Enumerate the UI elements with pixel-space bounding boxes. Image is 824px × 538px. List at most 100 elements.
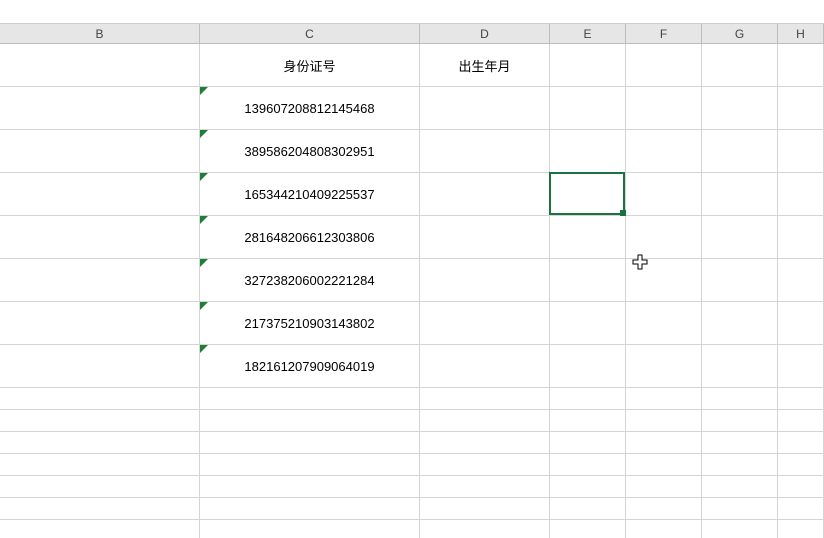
cell-G-14[interactable]: [702, 520, 778, 538]
cell-H-5[interactable]: [778, 259, 824, 302]
cell-B-8[interactable]: [0, 388, 200, 410]
cell-F-9[interactable]: [626, 410, 702, 432]
cell-E-11[interactable]: [550, 454, 626, 476]
cell-D-1[interactable]: [420, 87, 550, 130]
id-cell[interactable]: 139607208812145468: [200, 87, 420, 130]
cell-G-7[interactable]: [702, 345, 778, 388]
cell-H-4[interactable]: [778, 216, 824, 259]
cell-F-7[interactable]: [626, 345, 702, 388]
cell-H-3[interactable]: [778, 173, 824, 216]
id-cell[interactable]: 182161207909064019: [200, 345, 420, 388]
cell-G-1[interactable]: [702, 87, 778, 130]
cell-C-9[interactable]: [200, 410, 420, 432]
cell-H-13[interactable]: [778, 498, 824, 520]
cell-F-4[interactable]: [626, 216, 702, 259]
cell-F-6[interactable]: [626, 302, 702, 345]
cell-F-5[interactable]: [626, 259, 702, 302]
cell-D-5[interactable]: [420, 259, 550, 302]
cell-D-13[interactable]: [420, 498, 550, 520]
cell-D-6[interactable]: [420, 302, 550, 345]
cell-C-10[interactable]: [200, 432, 420, 454]
cell-G-13[interactable]: [702, 498, 778, 520]
cell-B-5[interactable]: [0, 259, 200, 302]
cell-E-8[interactable]: [550, 388, 626, 410]
cell-H-12[interactable]: [778, 476, 824, 498]
grid[interactable]: 身份证号出生年月13960720881214546838958620480830…: [0, 44, 824, 538]
cell-H-0[interactable]: [778, 44, 824, 87]
cell-H-9[interactable]: [778, 410, 824, 432]
cell-E-5[interactable]: [550, 259, 626, 302]
cell-B-12[interactable]: [0, 476, 200, 498]
cell-G-3[interactable]: [702, 173, 778, 216]
cell-D-2[interactable]: [420, 130, 550, 173]
cell-B-4[interactable]: [0, 216, 200, 259]
id-cell[interactable]: 165344210409225537: [200, 173, 420, 216]
cell-D-8[interactable]: [420, 388, 550, 410]
cell-G-5[interactable]: [702, 259, 778, 302]
cell-H-10[interactable]: [778, 432, 824, 454]
cell-D-3[interactable]: [420, 173, 550, 216]
column-header-E[interactable]: E: [550, 24, 626, 43]
cell-G-9[interactable]: [702, 410, 778, 432]
cell-E-1[interactable]: [550, 87, 626, 130]
id-cell[interactable]: 389586204808302951: [200, 130, 420, 173]
id-cell[interactable]: 281648206612303806: [200, 216, 420, 259]
cell-B-2[interactable]: [0, 130, 200, 173]
cell-F-3[interactable]: [626, 173, 702, 216]
cell-C-12[interactable]: [200, 476, 420, 498]
cell-E-4[interactable]: [550, 216, 626, 259]
cell-D-11[interactable]: [420, 454, 550, 476]
cell-H-1[interactable]: [778, 87, 824, 130]
cell-C-11[interactable]: [200, 454, 420, 476]
cell-B-13[interactable]: [0, 498, 200, 520]
cell-H-14[interactable]: [778, 520, 824, 538]
cell-E-14[interactable]: [550, 520, 626, 538]
cell-G-4[interactable]: [702, 216, 778, 259]
cell-F-11[interactable]: [626, 454, 702, 476]
cell-C-14[interactable]: [200, 520, 420, 538]
cell-B-11[interactable]: [0, 454, 200, 476]
cell-G-6[interactable]: [702, 302, 778, 345]
header-cell-D[interactable]: 出生年月: [420, 44, 550, 87]
cell-E-12[interactable]: [550, 476, 626, 498]
cell-E-13[interactable]: [550, 498, 626, 520]
cell-B-7[interactable]: [0, 345, 200, 388]
column-header-G[interactable]: G: [702, 24, 778, 43]
cell-D-7[interactable]: [420, 345, 550, 388]
cell-H-6[interactable]: [778, 302, 824, 345]
cell-E-9[interactable]: [550, 410, 626, 432]
cell-E-0[interactable]: [550, 44, 626, 87]
cell-F-12[interactable]: [626, 476, 702, 498]
cell-D-14[interactable]: [420, 520, 550, 538]
cell-B-9[interactable]: [0, 410, 200, 432]
cell-E-7[interactable]: [550, 345, 626, 388]
cell-C-13[interactable]: [200, 498, 420, 520]
cell-C-8[interactable]: [200, 388, 420, 410]
cell-E-3[interactable]: [550, 173, 626, 216]
cell-F-0[interactable]: [626, 44, 702, 87]
cell-G-8[interactable]: [702, 388, 778, 410]
cell-E-6[interactable]: [550, 302, 626, 345]
cell-G-11[interactable]: [702, 454, 778, 476]
cell-F-2[interactable]: [626, 130, 702, 173]
cell-G-2[interactable]: [702, 130, 778, 173]
cell-B-3[interactable]: [0, 173, 200, 216]
cell-B-0[interactable]: [0, 44, 200, 87]
cell-B-10[interactable]: [0, 432, 200, 454]
id-cell[interactable]: 217375210903143802: [200, 302, 420, 345]
cell-F-8[interactable]: [626, 388, 702, 410]
cell-F-1[interactable]: [626, 87, 702, 130]
cell-D-9[interactable]: [420, 410, 550, 432]
column-header-F[interactable]: F: [626, 24, 702, 43]
cell-H-8[interactable]: [778, 388, 824, 410]
column-header-H[interactable]: H: [778, 24, 824, 43]
cell-H-7[interactable]: [778, 345, 824, 388]
header-cell-C[interactable]: 身份证号: [200, 44, 420, 87]
cell-D-12[interactable]: [420, 476, 550, 498]
id-cell[interactable]: 327238206002221284: [200, 259, 420, 302]
cell-G-0[interactable]: [702, 44, 778, 87]
cell-B-1[interactable]: [0, 87, 200, 130]
cell-F-10[interactable]: [626, 432, 702, 454]
cell-G-12[interactable]: [702, 476, 778, 498]
cell-H-11[interactable]: [778, 454, 824, 476]
